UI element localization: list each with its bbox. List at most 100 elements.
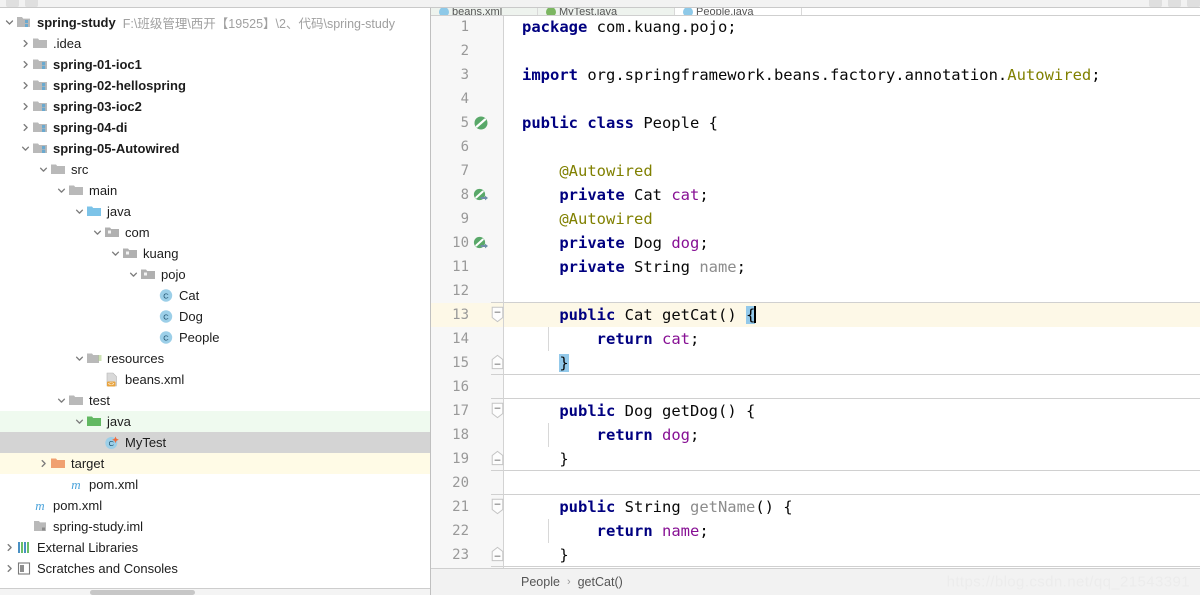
code-line[interactable]: public String getName() {	[504, 495, 1200, 519]
tree-row[interactable]: java	[0, 411, 430, 432]
java-class-icon: C	[158, 330, 175, 346]
tree-row[interactable]: java	[0, 201, 430, 222]
tree-row[interactable]: test	[0, 390, 430, 411]
code-line[interactable]	[504, 39, 1200, 63]
chevron-down-icon[interactable]	[108, 249, 122, 258]
code-line[interactable]	[504, 87, 1200, 111]
chevron-down-icon[interactable]	[72, 417, 86, 426]
code-line[interactable]: public class People {	[504, 111, 1200, 135]
run-bean-icon[interactable]	[473, 115, 490, 132]
code-line[interactable]: import org.springframework.beans.factory…	[504, 63, 1200, 87]
chevron-down-icon[interactable]	[126, 270, 140, 279]
tree-row[interactable]: spring-study.iml	[0, 516, 430, 537]
code-fold-end-icon[interactable]	[491, 354, 504, 374]
bean-nav-icon[interactable]	[473, 187, 490, 204]
chevron-right-icon[interactable]	[18, 60, 32, 69]
tree-row[interactable]: External Libraries	[0, 537, 430, 558]
tree-row[interactable]: com	[0, 222, 430, 243]
tree-row[interactable]: spring-01-ioc1	[0, 54, 430, 75]
chevron-right-icon[interactable]	[18, 39, 32, 48]
chevron-down-icon[interactable]	[54, 186, 68, 195]
code-line[interactable]: return name;	[504, 519, 1200, 543]
chevron-down-icon[interactable]	[90, 228, 104, 237]
editor-body[interactable]: 123456789101112131415161718192021222324 …	[431, 16, 1200, 568]
chevron-right-icon[interactable]	[18, 102, 32, 111]
tree-row[interactable]: resources	[0, 348, 430, 369]
tree-row[interactable]: pojo	[0, 264, 430, 285]
code-line[interactable]	[504, 375, 1200, 399]
code-line[interactable]: return cat;	[504, 327, 1200, 351]
code-line[interactable]: }	[504, 351, 1200, 375]
code-line[interactable]: package com.kuang.pojo;	[504, 16, 1200, 39]
code-line[interactable]: }	[504, 447, 1200, 471]
breadcrumb-member[interactable]: getCat()	[578, 575, 623, 589]
bean-nav-icon[interactable]	[473, 235, 490, 252]
tree-row[interactable]: target	[0, 453, 430, 474]
tree-row[interactable]: src	[0, 159, 430, 180]
editor-tab-bar[interactable]: beans.xml MyTest.java People.java	[431, 8, 1200, 16]
tree-row[interactable]: spring-04-di	[0, 117, 430, 138]
editor-tab[interactable]: People.java	[675, 8, 802, 15]
code-fold-start-icon[interactable]	[491, 498, 504, 518]
iml-icon	[32, 519, 49, 535]
run-icon[interactable]	[1149, 0, 1162, 7]
editor-gutter[interactable]: 123456789101112131415161718192021222324	[431, 16, 504, 568]
tree-row[interactable]: C Dog	[0, 306, 430, 327]
chevron-down-icon[interactable]	[72, 354, 86, 363]
code-fold-end-icon[interactable]	[491, 450, 504, 470]
code-fold-start-icon[interactable]	[491, 402, 504, 422]
code-line[interactable]: public Cat getCat() {	[504, 303, 1200, 327]
tree-row[interactable]: C Cat	[0, 285, 430, 306]
code-line[interactable]: private Cat cat;	[504, 183, 1200, 207]
tree-row[interactable]: kuang	[0, 243, 430, 264]
tree-row[interactable]: C People	[0, 327, 430, 348]
debug-icon[interactable]	[1168, 0, 1181, 7]
line-number: 11	[452, 259, 469, 275]
code-fold-end-icon[interactable]	[491, 546, 504, 566]
chevron-down-icon[interactable]	[36, 165, 50, 174]
code-line[interactable]: @Autowired	[504, 159, 1200, 183]
tree-row[interactable]: Scratches and Consoles	[0, 558, 430, 579]
tree-row[interactable]: spring-03-ioc2	[0, 96, 430, 117]
breadcrumb-class[interactable]: People	[521, 575, 560, 589]
code-area[interactable]: package com.kuang.pojo; import org.spring…	[504, 16, 1200, 568]
code-line[interactable]: public Dog getDog() {	[504, 399, 1200, 423]
editor-tab[interactable]: MyTest.java	[538, 8, 675, 15]
tree-row-root[interactable]: spring-study F:\班级管理\西开【19525】\2、代码\spri…	[0, 12, 430, 33]
search-icon[interactable]	[1187, 0, 1200, 7]
tree-row[interactable]: .idea	[0, 33, 430, 54]
chevron-right-icon[interactable]	[36, 459, 50, 468]
code-fold-start-icon[interactable]	[491, 306, 504, 326]
chevron-right-icon[interactable]	[18, 81, 32, 90]
tree-row[interactable]: main	[0, 180, 430, 201]
chevron-down-icon[interactable]	[18, 144, 32, 153]
tree-row[interactable]: <> beans.xml	[0, 369, 430, 390]
tree-row[interactable]: m pom.xml	[0, 474, 430, 495]
breadcrumb[interactable]: People › getCat() https://blog.csdn.net/…	[431, 568, 1200, 595]
chevron-right-icon[interactable]	[18, 123, 32, 132]
code-line[interactable]: }	[504, 543, 1200, 567]
code-line[interactable]	[504, 279, 1200, 303]
project-tree[interactable]: spring-study F:\班级管理\西开【19525】\2、代码\spri…	[0, 8, 430, 579]
tree-row[interactable]: m pom.xml	[0, 495, 430, 516]
chevron-right-icon[interactable]	[2, 564, 16, 573]
project-icon[interactable]	[25, 0, 38, 7]
code-line[interactable]	[504, 135, 1200, 159]
code-line[interactable]: return dog;	[504, 423, 1200, 447]
chevron-down-icon[interactable]	[72, 207, 86, 216]
tree-row[interactable]: spring-05-Autowired	[0, 138, 430, 159]
tree-row[interactable]: C MyTest	[0, 432, 430, 453]
editor-pane: beans.xml MyTest.java People.java 12345678…	[431, 8, 1200, 595]
menu-icon[interactable]	[6, 0, 19, 7]
code-line[interactable]: private String name;	[504, 255, 1200, 279]
code-line[interactable]: @Autowired	[504, 207, 1200, 231]
chevron-down-icon[interactable]	[2, 18, 16, 27]
project-tool-window[interactable]: spring-study F:\班级管理\西开【19525】\2、代码\spri…	[0, 8, 431, 595]
editor-tab[interactable]: beans.xml	[431, 8, 538, 15]
tree-row[interactable]: spring-02-hellospring	[0, 75, 430, 96]
code-line[interactable]	[504, 471, 1200, 495]
chevron-right-icon[interactable]	[2, 543, 16, 552]
project-horizontal-scrollbar[interactable]	[0, 588, 430, 595]
code-line[interactable]: private Dog dog;	[504, 231, 1200, 255]
chevron-down-icon[interactable]	[54, 396, 68, 405]
